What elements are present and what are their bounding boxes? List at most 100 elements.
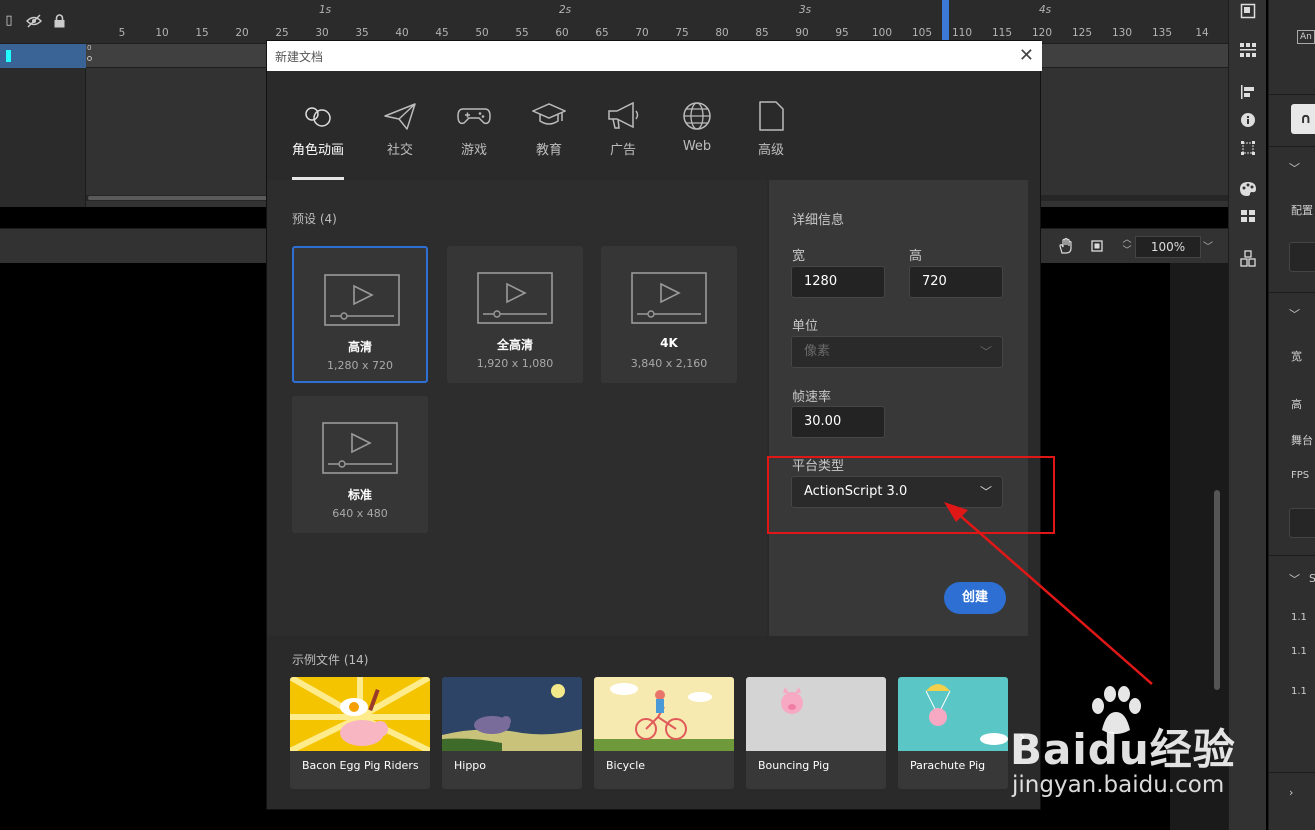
tab-label: 高级 [757,143,784,158]
watermark-url: jingyan.baidu.com [1012,772,1225,798]
preset-name: 全高清 [496,338,533,352]
align-icon[interactable] [1238,84,1258,104]
preset-hd[interactable]: 高清 1,280 x 720 [292,246,428,383]
swatches-icon[interactable] [1238,209,1258,229]
tab-social[interactable]: 社交 [372,101,428,158]
preset-4k[interactable]: 4K 3,840 x 2,160 [601,246,737,383]
preset-full-hd[interactable]: 全高清 1,920 x 1,080 [447,246,583,383]
components-icon[interactable] [1238,250,1258,270]
frame-number: 75 [675,27,689,39]
frame-number: 45 [435,27,449,39]
frame-number: 50 [475,27,489,39]
divider [1269,94,1315,95]
prop-dropdown[interactable] [1289,242,1315,272]
frame-number: 105 [911,27,933,39]
tab-label: 教育 [535,143,562,158]
chevron-right-icon[interactable]: › [1289,786,1293,799]
outline-icon[interactable]: ▯ [2,14,16,28]
frame-number: 135 [1151,27,1173,39]
chevron-down-icon[interactable]: ﹀ [1289,306,1300,322]
tab-advanced[interactable]: 高级 [743,101,799,158]
info-icon[interactable] [1238,112,1258,132]
transform-icon[interactable] [1238,140,1258,160]
prop-input[interactable] [1289,508,1315,538]
layer-row[interactable] [0,44,86,68]
character-animation-icon [305,107,331,127]
lock-icon[interactable] [52,14,66,28]
chevron-down-icon[interactable]: ﹀ [1203,238,1213,253]
layer-color-swatch [6,50,11,62]
fps-input[interactable]: 30.00 [791,406,885,438]
tab-games[interactable]: 游戏 [446,101,502,158]
prop-label: 舞台 [1291,434,1313,447]
color-palette-icon[interactable] [1238,181,1258,201]
frame-number: 14 [1195,27,1209,39]
second-marker: 2s [559,4,572,16]
presets-heading: 预设 (4) [292,212,337,226]
height-input[interactable]: 720 [909,266,1003,298]
preset-size: 3,840 x 2,160 [630,357,708,370]
watermark-brand: Baidu经验 [1010,725,1236,774]
tab-character-animation[interactable]: 角色动画 [290,101,346,158]
gamepad-icon [457,108,491,125]
sample-bacon-egg-pig-riders[interactable]: Bacon Egg Pig Riders [290,677,430,789]
unit-value: 像素 [804,344,831,359]
divider [1269,772,1315,773]
timeline-ruler[interactable]: 1s 2s 3s 4s 5 10 15 20 25 30 35 40 45 50 55 60 65 70 7… [86,0,1228,44]
frame-number: 15 [195,27,209,39]
new-document-dialog: 新建文档 ✕ 角色动画 社交 游戏 教育 广告 Web 高级 预设 (4) 高清… [266,40,1042,810]
tab-web[interactable]: Web [669,101,725,154]
tab-advertising[interactable]: 广告 [595,101,651,158]
hand-tool-icon[interactable] [1057,237,1075,255]
preset-name: 4K [660,336,678,350]
clip-stage-icon[interactable] [1089,238,1105,254]
sample-bouncing-pig[interactable]: Bouncing Pig [746,677,886,789]
hide-eye-icon[interactable] [26,14,42,28]
frame-number: 85 [755,27,769,39]
preset-name: 高清 [347,340,372,354]
video-preset-icon [477,272,553,324]
sample-hippo[interactable]: Hippo [442,677,582,789]
prop-value: 1.1 [1291,686,1307,697]
section-letter: S [1309,572,1315,585]
vertical-scrollbar[interactable] [1214,490,1220,690]
properties-icon[interactable] [1238,3,1258,23]
frame-number: 65 [595,27,609,39]
create-button[interactable]: 创建 [944,582,1006,614]
frame-number: 110 [951,27,973,39]
width-input[interactable]: 1280 [791,266,885,298]
chevron-down-icon[interactable]: ﹀ [1289,160,1300,176]
sample-name: Bouncing Pig [758,759,830,772]
zoom-stepper-icon[interactable]: ︿ ﹀ [1121,235,1133,259]
close-icon[interactable]: ✕ [1019,45,1034,66]
sample-bicycle[interactable]: Bicycle [594,677,734,789]
tab-label: 角色动画 [291,143,344,158]
prop-value: 1.1 [1291,612,1307,623]
app-badge: An [1297,30,1315,44]
sample-thumbnail [290,677,430,751]
properties-panel: An ∩ ﹀ 配置 ﹀ 宽 高 舞台 FPS ﹀ S 1.1 1.1 1.1 › [1268,0,1315,830]
tab-education[interactable]: 教育 [521,101,577,158]
sample-name: Hippo [454,759,487,772]
second-marker: 1s [319,4,332,16]
prop-label: 配置 [1291,204,1313,217]
playhead[interactable] [942,0,949,44]
preset-size: 640 x 480 [332,507,388,520]
frame-number: 5 [118,27,126,39]
frame-number: 95 [835,27,849,39]
prop-label: 高 [1291,398,1302,411]
frame-number: 25 [275,27,289,39]
scroll-thumb[interactable] [88,196,268,200]
tool-button[interactable]: ∩ [1291,104,1315,134]
sample-parachute-pig[interactable]: Parachute Pig [898,677,1008,789]
preset-standard[interactable]: 标准 640 x 480 [292,396,428,533]
document-icon [759,101,784,131]
chevron-down-icon[interactable]: ﹀ [1289,571,1300,587]
zoom-input[interactable]: 100% [1135,236,1201,258]
tab-label: 社交 [386,143,413,158]
frame-number: 10 [155,27,169,39]
empty-keyframe[interactable] [87,56,92,61]
frame-number: 80 [715,27,729,39]
library-icon[interactable] [1238,42,1258,62]
divider [1269,146,1315,147]
